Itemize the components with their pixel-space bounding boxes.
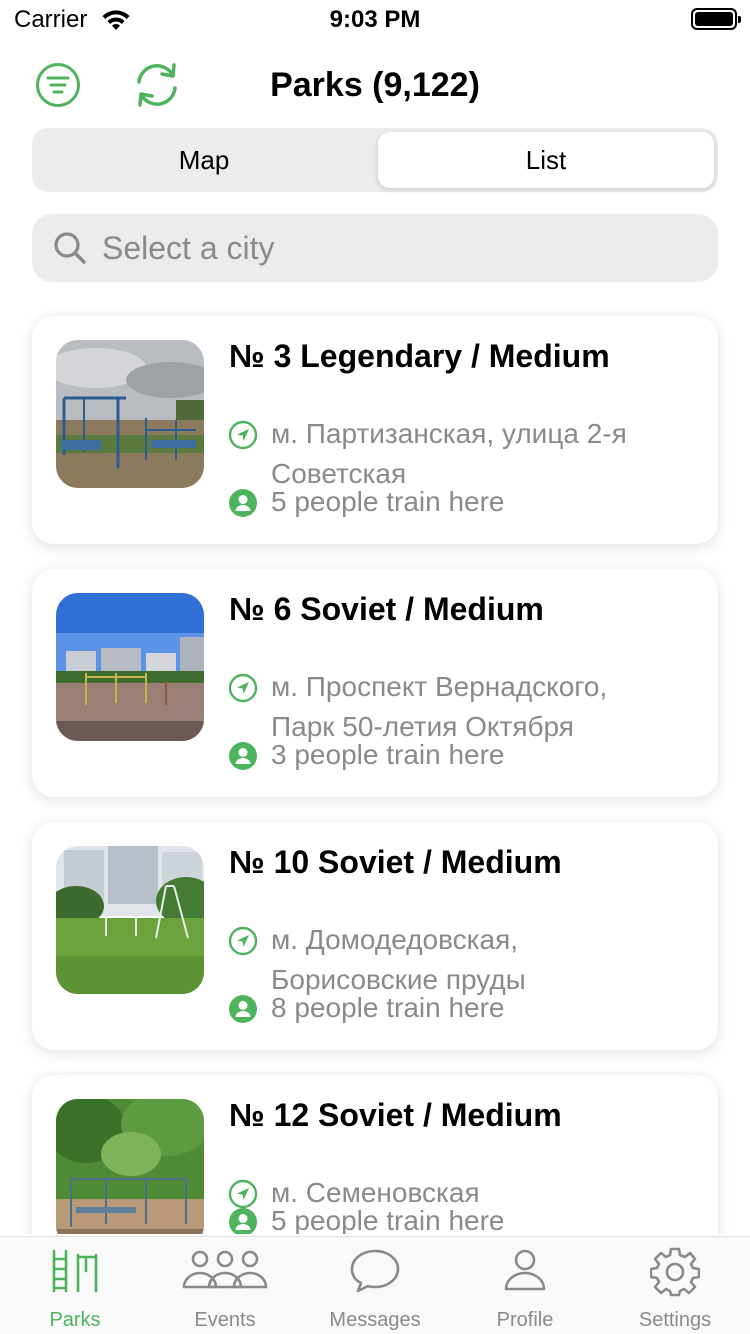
park-photo [56,846,204,994]
location-arrow-icon [228,673,258,703]
tab-messages[interactable]: Messages [300,1237,450,1334]
park-people-count: 5 people train here [271,486,505,517]
tab-events[interactable]: Events [150,1237,300,1334]
park-title: № 10 Soviet / Medium [229,844,562,880]
park-photo [56,1099,204,1234]
status-bar: Carrier 9:03 PM [0,0,750,40]
tab-profile[interactable]: Profile [450,1237,600,1334]
person-circle-icon [229,742,257,770]
parks-icon [52,1249,98,1293]
view-mode-segmented-control: Map List [32,128,718,192]
person-icon [504,1249,546,1291]
park-people-row: 5 people train here [228,1201,671,1234]
park-people-row: 5 people train here [228,482,671,522]
tab-parks[interactable]: Parks [0,1237,150,1334]
segment-map[interactable]: Map [36,132,372,188]
location-arrow-icon [228,420,258,450]
search-icon [54,232,86,264]
person-circle-icon [229,489,257,517]
city-search-input[interactable] [102,214,692,282]
segment-list[interactable]: List [378,132,714,188]
park-people-count: 5 people train here [271,1205,505,1234]
tab-label: Settings [638,1309,712,1331]
tab-label: Messages [329,1309,421,1331]
tab-bar: Parks Events Messages Profile Settings [0,1236,750,1334]
tab-label: Parks [49,1309,101,1331]
park-card[interactable]: № 10 Soviet / Medium м. Домодедовская, Б… [32,822,718,1050]
city-search-bar [32,214,718,282]
park-card[interactable]: № 12 Soviet / Medium м. Семеновская 5 pe… [32,1075,718,1234]
park-card[interactable]: № 3 Legendary / Medium м. Партизанская, … [32,316,718,544]
tab-settings[interactable]: Settings [600,1237,750,1334]
park-photo [56,340,204,488]
chat-bubble-icon [350,1249,400,1293]
page-title: Parks (9,122) [270,66,480,104]
clock: 9:03 PM [329,6,421,33]
park-list[interactable]: № 3 Legendary / Medium м. Партизанская, … [0,300,750,1234]
tab-label: Events [194,1309,256,1331]
people-group-icon [182,1250,268,1289]
park-people-count: 3 people train here [271,739,505,770]
park-title: № 12 Soviet / Medium [229,1097,562,1133]
person-circle-icon [229,1208,257,1234]
park-title: № 3 Legendary / Medium [229,338,610,374]
park-card[interactable]: № 6 Soviet / Medium м. Проспект Вернадск… [32,569,718,797]
battery-icon [691,8,741,30]
park-people-row: 8 people train here [228,988,671,1028]
nav-bar: Parks (9,122) [0,50,750,122]
location-arrow-icon [228,926,258,956]
tab-label: Profile [496,1309,554,1331]
gear-icon [650,1247,700,1297]
park-people-count: 8 people train here [271,992,505,1023]
park-title: № 6 Soviet / Medium [229,591,544,627]
park-people-row: 3 people train here [228,735,671,775]
park-photo [56,593,204,741]
person-circle-icon [229,995,257,1023]
